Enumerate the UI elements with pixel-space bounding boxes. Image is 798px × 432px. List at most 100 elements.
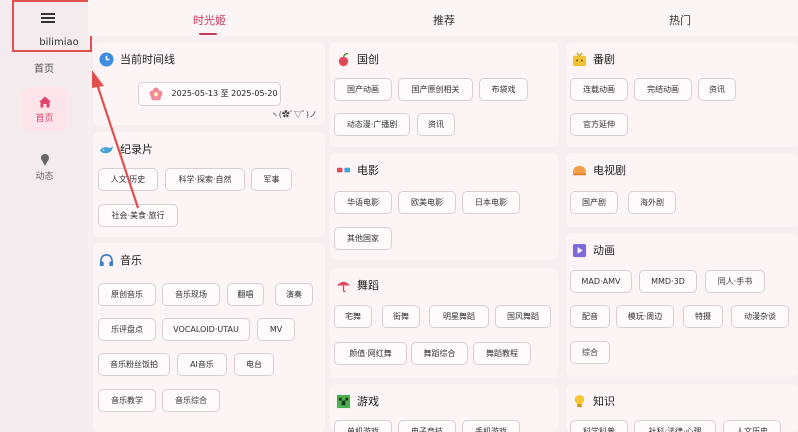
menu-button[interactable]: bilimiao	[12, 0, 92, 52]
chip[interactable]: 社科·法律·心理	[634, 420, 716, 432]
card-guochuang: 国创 国产动画 国产原创相关 布袋戏 动态漫·广播剧 资讯	[330, 42, 558, 147]
chip[interactable]: 完结动画	[634, 78, 692, 101]
home-icon	[38, 96, 51, 108]
chip[interactable]: 电子竞技	[398, 420, 456, 432]
chip[interactable]: 音乐现场	[162, 283, 220, 306]
chip[interactable]: 综合	[570, 341, 610, 364]
card-tvseries: 电视剧 国产剧 海外剧	[566, 153, 798, 227]
tv-icon	[572, 52, 587, 66]
chip[interactable]: 舞蹈综合	[411, 342, 468, 365]
chip[interactable]: 国产原创相关	[398, 78, 473, 101]
card-anime: 动画 MAD·AMV MMD·3D 同人·手书 配音 模玩·周边 特摄 动漫杂谈…	[566, 233, 798, 377]
chip[interactable]: 手机游戏	[462, 420, 520, 432]
3d-glasses-icon	[336, 167, 351, 172]
card-title: 纪录片	[120, 143, 153, 156]
chip[interactable]: 其他国家	[334, 227, 392, 250]
card-dance: 舞蹈 宅舞 街舞 明星舞蹈 国风舞蹈 颜值·网红舞 舞蹈综合 舞蹈教程	[330, 268, 558, 378]
card-title: 动画	[593, 244, 615, 257]
tab-recommend[interactable]: 推荐	[433, 12, 455, 28]
tab-underline	[199, 33, 217, 35]
chip[interactable]: 原创音乐	[98, 283, 156, 306]
clock-icon	[99, 51, 114, 67]
chip[interactable]: 音乐综合	[162, 389, 220, 412]
chip[interactable]: 动态漫·广播剧	[334, 113, 410, 136]
chip[interactable]: 人文·历史	[98, 168, 158, 191]
chip[interactable]: MV	[257, 318, 295, 341]
chip[interactable]: MMD·3D	[639, 270, 697, 293]
chip[interactable]: 海外剧	[628, 191, 676, 214]
chip[interactable]: 人文历史	[723, 420, 781, 432]
chip[interactable]: 科学·探索·自然	[165, 168, 245, 191]
chip[interactable]: 单机游戏	[334, 420, 392, 432]
card-title: 当前时间线	[120, 53, 175, 66]
chip[interactable]: 日本电影	[462, 191, 520, 214]
chip[interactable]: 社会·美食·旅行	[98, 204, 178, 227]
card-title: 游戏	[357, 395, 379, 408]
menu-icon	[41, 13, 55, 23]
chip[interactable]: 模玩·周边	[616, 305, 674, 328]
chip[interactable]: 官方延伸	[570, 113, 628, 136]
chip[interactable]: 资讯	[417, 113, 455, 136]
headphones-icon	[99, 253, 114, 266]
card-movie: 电影 华语电影 欧美电影 日本电影 其他国家	[330, 153, 558, 260]
card-fanju: 番剧 连载动画 完结动画 资讯 官方延伸	[566, 42, 798, 147]
nav-dynamic-label: 动态	[35, 172, 54, 182]
chip[interactable]: 同人·手书	[705, 270, 765, 293]
tab-bar: 时光姬 推荐 热门	[88, 0, 798, 36]
tab-shiguangji[interactable]: 时光姬	[193, 12, 226, 28]
chip[interactable]: 乐评盘点	[98, 318, 156, 341]
card-title: 番剧	[593, 53, 615, 66]
card-title: 舞蹈	[357, 279, 379, 292]
chip[interactable]: 电台	[234, 353, 274, 376]
chip[interactable]: 颜值·网红舞	[334, 342, 407, 365]
ice-cream-icon	[40, 154, 49, 166]
creeper-icon	[336, 394, 351, 408]
bun-icon	[572, 165, 587, 175]
kaomoji: ヽ(✿ﾟ▽ﾟ)ノ	[270, 110, 317, 119]
card-knowledge: 知识 科学科普 社科·法律·心理 人文历史	[566, 384, 798, 432]
chip[interactable]: 特摄	[683, 305, 723, 328]
fruit-icon	[338, 52, 349, 66]
chip[interactable]: 科学科普	[570, 420, 628, 432]
chip[interactable]: 配音	[570, 305, 610, 328]
nav-home-top-label: 首页	[34, 64, 54, 75]
chip[interactable]: 布袋戏	[479, 78, 528, 101]
nav-home-label: 首页	[35, 114, 54, 124]
chip[interactable]: 国产剧	[570, 191, 618, 214]
date-range-text: 2025-05-13 至 2025-05-20	[171, 89, 278, 98]
sidebar: bilimiao 首页 首页 动态	[0, 0, 92, 432]
chip[interactable]: 音乐粉丝饭拍	[98, 353, 170, 376]
chip[interactable]: AI音乐	[177, 353, 227, 376]
flower-icon	[149, 87, 163, 101]
chip[interactable]: 明星舞蹈	[429, 305, 489, 328]
chip[interactable]: 华语电影	[334, 191, 392, 214]
card-title: 音乐	[120, 254, 142, 267]
app-name: bilimiao	[39, 37, 79, 48]
nav-dynamic[interactable]: 动态	[22, 153, 67, 182]
chip[interactable]: 连载动画	[570, 78, 628, 101]
lightbulb-icon	[574, 394, 585, 407]
chip[interactable]: 资讯	[698, 78, 736, 101]
chip[interactable]: 欧美电影	[398, 191, 456, 214]
chip[interactable]: 街舞	[382, 305, 420, 328]
chip[interactable]: 舞蹈教程	[473, 342, 531, 365]
nav-home[interactable]: 首页	[22, 87, 67, 131]
chip[interactable]: 翻唱	[227, 283, 264, 306]
date-range-button[interactable]: 2025-05-13 至 2025-05-20	[138, 82, 281, 106]
card-timeline: 当前时间线 2025-05-13 至 2025-05-20 ヽ(✿ﾟ▽ﾟ)ノ	[93, 42, 325, 125]
chip[interactable]: 国产动画	[334, 78, 392, 101]
chip[interactable]: VOCALOID·UTAU	[162, 318, 250, 341]
tab-hot[interactable]: 热门	[669, 12, 691, 28]
card-game: 游戏 单机游戏 电子竞技 手机游戏	[330, 384, 558, 432]
chip[interactable]: 宅舞	[334, 305, 372, 328]
chip[interactable]: 音乐教学	[98, 389, 156, 412]
chip[interactable]: 国风舞蹈	[495, 305, 551, 328]
chip[interactable]: 演奏	[275, 283, 313, 306]
card-title: 国创	[357, 53, 379, 66]
chip[interactable]: MAD·AMV	[570, 270, 632, 293]
play-icon	[572, 243, 587, 257]
chip[interactable]: 动漫杂谈	[731, 305, 789, 328]
card-documentary: 纪录片 人文·历史 科学·探索·自然 军事 社会·美食·旅行	[93, 132, 325, 237]
chip[interactable]: 军事	[251, 168, 292, 191]
card-title: 知识	[593, 395, 615, 408]
